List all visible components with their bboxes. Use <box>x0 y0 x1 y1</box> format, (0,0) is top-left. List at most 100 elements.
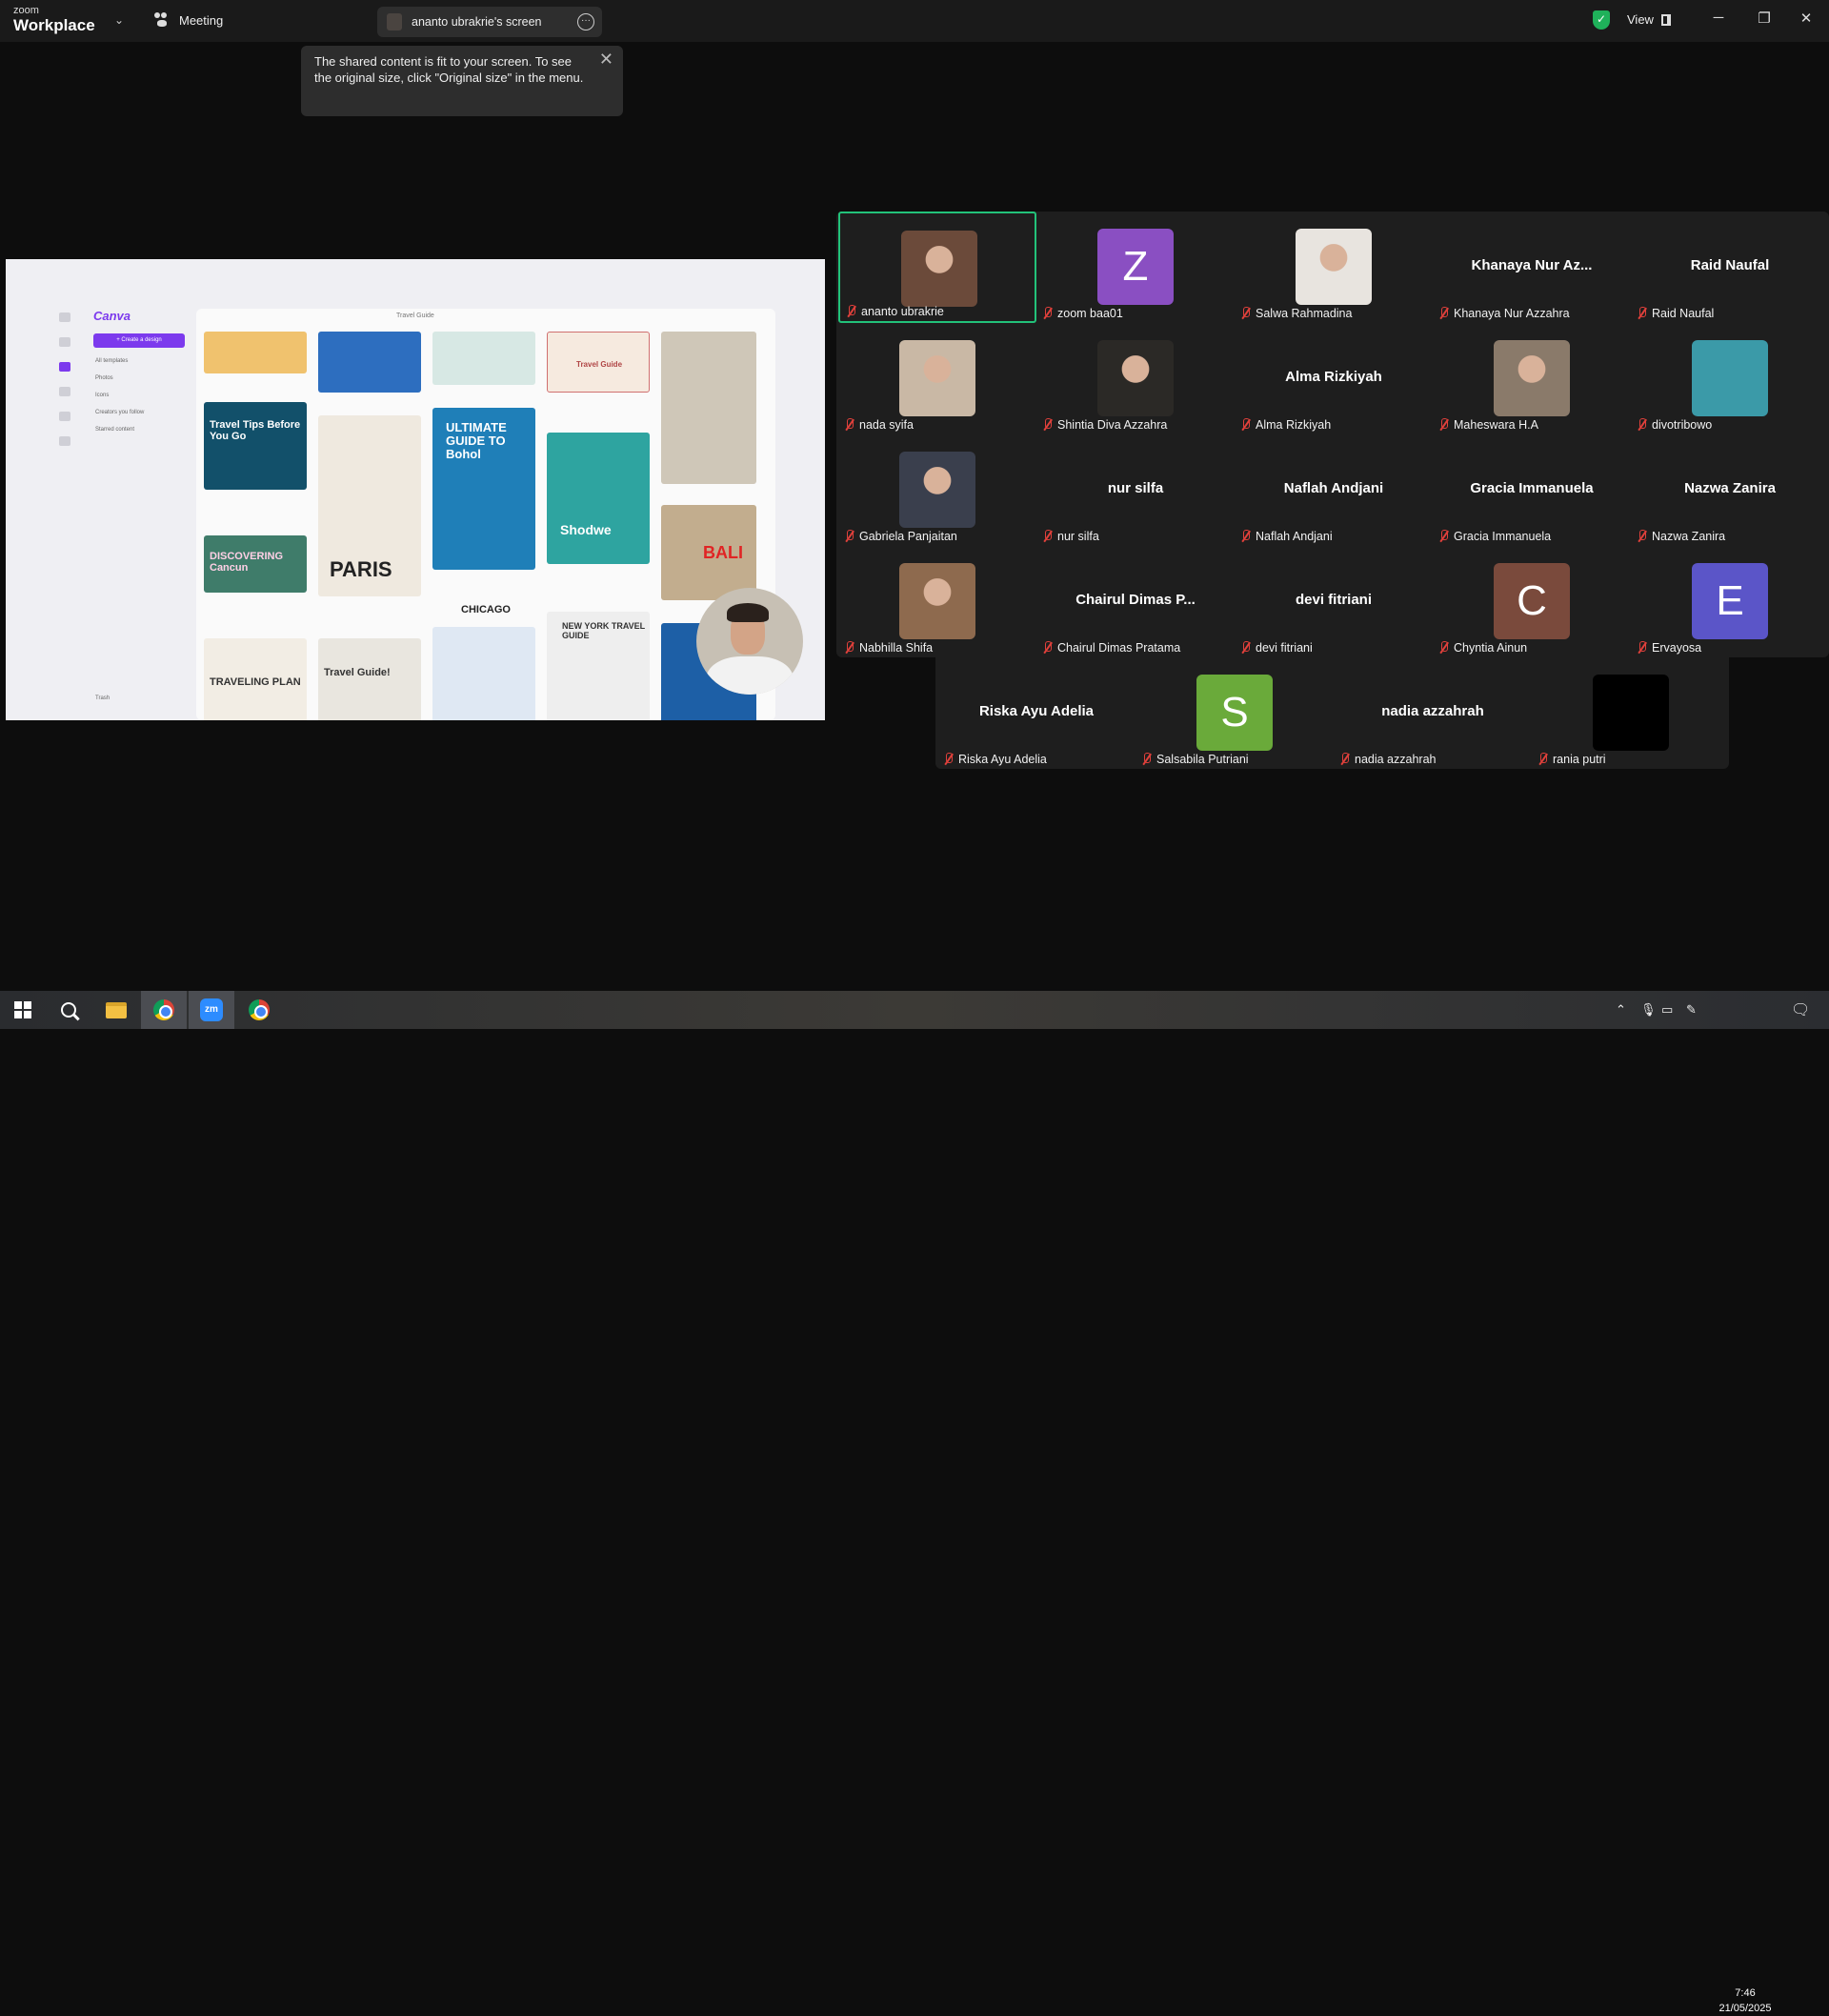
meeting-icon <box>154 12 171 28</box>
template-card <box>432 332 535 385</box>
participant-tile[interactable]: ananto ubrakrie <box>838 212 1036 323</box>
template-card: ULTIMATE GUIDE TO Bohol <box>432 408 535 570</box>
restore-icon[interactable]: ❐ <box>1755 10 1774 27</box>
participant-name-label: rania putri <box>1538 753 1606 766</box>
logo-top: zoom <box>13 5 39 16</box>
participant-name-label: Gabriela Panjaitan <box>844 530 957 543</box>
muted-mic-icon <box>1637 641 1648 655</box>
start-button[interactable] <box>0 991 46 1029</box>
projects-icon <box>59 337 70 347</box>
participant-name: divotribowo <box>1652 418 1713 432</box>
participant-tile[interactable]: devi fitriani devi fitriani <box>1235 546 1433 657</box>
participant-name: nur silfa <box>1057 530 1099 543</box>
participant-tile[interactable]: E Ervayosa <box>1631 546 1829 657</box>
template-card: Shodwe <box>547 433 650 564</box>
show-hidden-icons-icon[interactable]: ⌃ <box>1616 1002 1626 1018</box>
microphone-icon[interactable]: 🎙 <box>1640 1002 1657 1018</box>
participant-tile[interactable]: Nabhilla Shifa <box>838 546 1036 657</box>
participant-display-name: Nazwa Zanira <box>1684 480 1776 496</box>
taskbar-clock[interactable]: 7:46 21/05/2025 <box>1715 1986 1776 2016</box>
participant-avatar <box>1692 340 1768 416</box>
participant-tile[interactable]: Maheswara H.A <box>1433 323 1631 434</box>
participant-tile[interactable]: Gracia Immanuela Gracia Immanuela <box>1433 434 1631 546</box>
participant-display-name: Khanaya Nur Az... <box>1471 257 1593 273</box>
muted-mic-icon <box>1141 753 1153 766</box>
participant-tile[interactable]: C Chyntia Ainun <box>1433 546 1631 657</box>
participant-tile[interactable]: Raid Naufal Raid Naufal <box>1631 212 1829 323</box>
nav-all-templates: All templates <box>95 358 129 364</box>
canva-sidebar: Canva + Create a design All templates Ph… <box>53 309 196 709</box>
muted-mic-icon <box>1240 530 1252 543</box>
participant-name-label: Chairul Dimas Pratama <box>1042 641 1180 655</box>
card-title: PARIS <box>330 557 392 581</box>
muted-mic-icon <box>1240 418 1252 432</box>
participant-tile[interactable]: Naflah Andjani Naflah Andjani <box>1235 434 1433 546</box>
participant-tile[interactable]: Zzoom baa01 <box>1036 212 1235 323</box>
shared-screen[interactable]: Canva + Create a design All templates Ph… <box>6 259 825 720</box>
participant-tile[interactable]: nadia azzahrah nadia azzahrah <box>1334 657 1532 769</box>
zoom-taskbar-button[interactable]: zm <box>189 991 234 1029</box>
participant-display-name: devi fitriani <box>1295 592 1373 608</box>
participant-name: Chyntia Ainun <box>1454 641 1528 655</box>
clock-date: 21/05/2025 <box>1718 2003 1772 2014</box>
participant-tile[interactable]: Nazwa Zanira Nazwa Zanira <box>1631 434 1829 546</box>
participant-tile[interactable]: rania putri <box>1532 657 1730 769</box>
share-label: ananto ubrakrie's screen <box>412 15 542 29</box>
participant-tile[interactable]: nur silfa nur silfa <box>1036 434 1235 546</box>
notifications-icon[interactable]: 🗨 <box>1791 1000 1810 1019</box>
participant-name: Gracia Immanuela <box>1454 530 1552 543</box>
screen-share-indicator[interactable]: ananto ubrakrie's screen ··· <box>377 7 602 37</box>
template-card <box>432 627 535 720</box>
more-options-icon[interactable]: ··· <box>577 13 594 30</box>
close-icon[interactable]: ✕ <box>1797 10 1816 27</box>
participant-display-name: nadia azzahrah <box>1381 703 1484 719</box>
participant-name: Maheswara H.A <box>1454 418 1538 432</box>
muted-mic-icon <box>1042 641 1054 655</box>
participant-tile[interactable]: Shintia Diva Azzahra <box>1036 323 1235 434</box>
participant-name-label: nada syifa <box>844 418 914 432</box>
create-design-button: + Create a design <box>93 333 185 348</box>
chevron-down-icon[interactable]: ⌄ <box>114 13 124 27</box>
logo-bottom: Workplace <box>13 16 95 34</box>
close-tooltip-icon[interactable]: ✕ <box>599 50 613 68</box>
participant-name-label: devi fitriani <box>1240 641 1313 655</box>
card-title: TRAVELING PLAN <box>210 676 301 688</box>
sharer-webcam-overlay <box>696 588 803 695</box>
card-title: DISCOVERING Cancun <box>210 551 284 574</box>
card-title: Travel Guide! <box>324 667 391 678</box>
participant-name: Salsabila Putriani <box>1156 753 1249 766</box>
participant-name: Alma Rizkiyah <box>1256 418 1332 432</box>
participant-tile[interactable]: divotribowo <box>1631 323 1829 434</box>
minimize-icon[interactable]: ─ <box>1709 10 1728 26</box>
participant-tile[interactable]: Riska Ayu Adelia Riska Ayu Adelia <box>937 657 1136 769</box>
participant-name: nadia azzahrah <box>1355 753 1437 766</box>
card-title: Shodwe <box>560 522 612 537</box>
participant-tile[interactable]: Alma Rizkiyah Alma Rizkiyah <box>1235 323 1433 434</box>
zoom-title-bar: zoom Workplace ⌄ Meeting ananto ubrakrie… <box>0 0 1829 42</box>
network-icon[interactable]: ▭ <box>1661 1002 1673 1018</box>
participant-tile[interactable]: Salwa Rahmadina <box>1235 212 1433 323</box>
file-explorer-button[interactable] <box>93 991 139 1029</box>
pen-icon[interactable]: ✎ <box>1686 1002 1697 1018</box>
template-card: Travel Tips Before You Go <box>204 402 307 490</box>
meeting-menu[interactable]: Meeting <box>154 12 223 28</box>
search-button[interactable] <box>46 991 91 1029</box>
template-card: PARIS <box>318 415 421 596</box>
search-icon <box>61 1002 76 1018</box>
participant-tile[interactable]: Gabriela Panjaitan <box>838 434 1036 546</box>
participant-display-name: Chairul Dimas P... <box>1075 592 1196 608</box>
participant-name-label: Riska Ayu Adelia <box>943 753 1047 766</box>
chrome-taskbar-button[interactable] <box>141 991 187 1029</box>
participant-name: Naflah Andjani <box>1256 530 1333 543</box>
view-menu[interactable]: View <box>1627 12 1671 27</box>
chrome-taskbar-button-2[interactable] <box>236 991 282 1029</box>
chrome-icon <box>153 999 174 1020</box>
participant-tile[interactable]: nada syifa <box>838 323 1036 434</box>
template-card: NEW YORK TRAVEL GUIDE <box>547 612 650 720</box>
encryption-shield-icon[interactable]: ✓ <box>1593 10 1610 30</box>
participant-tile[interactable]: Khanaya Nur Az... Khanaya Nur Azzahra <box>1433 212 1631 323</box>
participant-tile[interactable]: S Salsabila Putriani <box>1136 657 1334 769</box>
muted-mic-icon <box>1240 307 1252 320</box>
participant-name: Salwa Rahmadina <box>1256 307 1353 320</box>
participant-tile[interactable]: Chairul Dimas P... Chairul Dimas Pratama <box>1036 546 1235 657</box>
